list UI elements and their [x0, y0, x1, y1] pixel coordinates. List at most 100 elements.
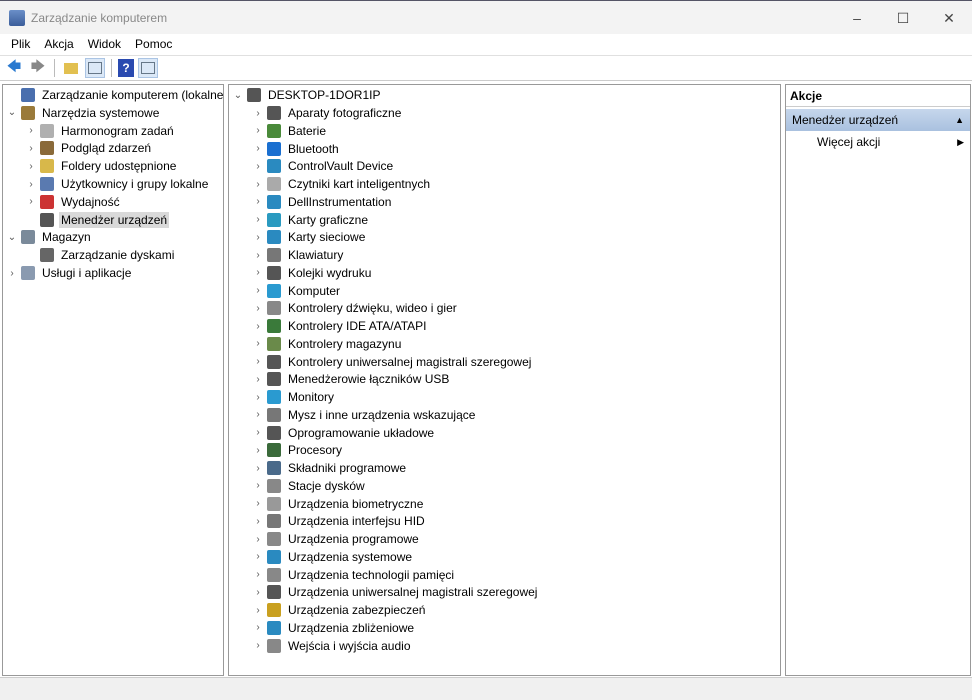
device-category[interactable]: › Monitory	[251, 388, 336, 406]
device-category[interactable]: › Urządzenia zabezpieczeń	[251, 601, 427, 619]
device-category[interactable]: › Baterie	[251, 122, 328, 140]
device-category[interactable]: › ControlVault Device	[251, 157, 395, 175]
help-icon[interactable]: ?	[118, 59, 134, 77]
tree-item[interactable]: Menedżer urządzeń	[24, 211, 170, 229]
expand-chevron-icon[interactable]: ›	[24, 179, 38, 190]
device-category[interactable]: › Kontrolery dźwięku, wideo i gier	[251, 299, 459, 317]
console-tree[interactable]: Zarządzanie komputerem (lokalne) ⌄ Narzędz…	[2, 84, 224, 676]
tree-item[interactable]: › Użytkownicy i grupy lokalne	[24, 175, 210, 193]
expand-chevron-icon[interactable]: ›	[24, 143, 38, 154]
device-category[interactable]: › Urządzenia technologii pamięci	[251, 566, 456, 584]
expand-chevron-icon[interactable]: ›	[251, 108, 265, 119]
expand-chevron-icon[interactable]: ›	[251, 480, 265, 491]
maximize-button[interactable]: ☐	[880, 1, 926, 35]
tree-item[interactable]: › Foldery udostępnione	[24, 157, 178, 175]
device-category[interactable]: › Urządzenia programowe	[251, 530, 421, 548]
forward-icon[interactable]: 🡆	[28, 58, 48, 78]
actions-section-device-manager[interactable]: Menedżer urządzeń ▲	[786, 109, 970, 131]
expand-chevron-icon[interactable]: ›	[24, 161, 38, 172]
expand-chevron-icon[interactable]: ›	[251, 179, 265, 190]
expand-chevron-icon[interactable]: ⌄	[5, 232, 19, 243]
tree-item[interactable]: Zarządzanie komputerem (lokalne)	[5, 86, 223, 104]
tree-item[interactable]: ⌄ Magazyn	[5, 228, 93, 246]
expand-chevron-icon[interactable]: ›	[251, 321, 265, 332]
device-category[interactable]: › Stacje dysków	[251, 477, 367, 495]
show-hide-console-tree-icon[interactable]	[85, 58, 105, 78]
menu-pomoc[interactable]: Pomoc	[128, 37, 179, 51]
expand-chevron-icon[interactable]: ›	[251, 605, 265, 616]
expand-chevron-icon[interactable]: ›	[24, 125, 38, 136]
show-hide-action-pane-icon[interactable]	[138, 58, 158, 78]
expand-chevron-icon[interactable]: ›	[251, 338, 265, 349]
device-category[interactable]: › Czytniki kart inteligentnych	[251, 175, 432, 193]
device-category[interactable]: › Aparaty fotograficzne	[251, 104, 403, 122]
device-category[interactable]: › Bluetooth	[251, 140, 341, 158]
expand-chevron-icon[interactable]: ›	[251, 303, 265, 314]
expand-chevron-icon[interactable]: ›	[251, 196, 265, 207]
device-category[interactable]: › Urządzenia zbliżeniowe	[251, 619, 416, 637]
expand-chevron-icon[interactable]: ›	[251, 125, 265, 136]
expand-chevron-icon[interactable]: ›	[251, 356, 265, 367]
expand-chevron-icon[interactable]: ›	[251, 392, 265, 403]
minimize-button[interactable]: –	[834, 1, 880, 35]
up-folder-icon[interactable]	[61, 58, 81, 78]
device-category[interactable]: › Urządzenia systemowe	[251, 548, 414, 566]
expand-chevron-icon[interactable]: ›	[251, 498, 265, 509]
device-category[interactable]: › Karty graficzne	[251, 211, 370, 229]
tree-item[interactable]: › Wydajność	[24, 193, 122, 211]
more-actions-item[interactable]: Więcej akcji ▶	[786, 131, 970, 153]
expand-chevron-icon[interactable]: ›	[251, 214, 265, 225]
device-category[interactable]: › Kontrolery magazynu	[251, 335, 403, 353]
tree-item[interactable]: Zarządzanie dyskami	[24, 246, 176, 264]
expand-chevron-icon[interactable]: ›	[5, 268, 19, 279]
expand-chevron-icon[interactable]: ›	[24, 196, 38, 207]
expand-chevron-icon[interactable]: ›	[251, 516, 265, 527]
tree-item[interactable]: › Harmonogram zadań	[24, 122, 176, 140]
expand-chevron-icon[interactable]: ›	[251, 250, 265, 261]
expand-chevron-icon[interactable]: ›	[251, 374, 265, 385]
device-tree[interactable]: ⌄ DESKTOP-1DOR1IP › Aparaty fotograficzne › B…	[228, 84, 781, 676]
expand-chevron-icon[interactable]: ›	[251, 143, 265, 154]
expand-chevron-icon[interactable]: ›	[251, 232, 265, 243]
expand-chevron-icon[interactable]: ›	[251, 551, 265, 562]
device-category[interactable]: › Urządzenia interfejsu HID	[251, 512, 427, 530]
device-category[interactable]: › Kontrolery IDE ATA/ATAPI	[251, 317, 429, 335]
expand-chevron-icon[interactable]: ›	[251, 587, 265, 598]
device-category[interactable]: › Mysz i inne urządzenia wskazujące	[251, 406, 477, 424]
collapse-arrow-icon[interactable]: ▲	[955, 115, 964, 125]
expand-chevron-icon[interactable]: ⌄	[231, 90, 245, 101]
device-category[interactable]: › Klawiatury	[251, 246, 345, 264]
tree-item[interactable]: ⌄ Narzędzia systemowe	[5, 104, 161, 122]
device-category[interactable]: › Menedżerowie łączników USB	[251, 370, 451, 388]
expand-chevron-icon[interactable]: ›	[251, 534, 265, 545]
tree-root-computer[interactable]: ⌄ DESKTOP-1DOR1IP	[231, 86, 382, 104]
tree-item[interactable]: › Usługi i aplikacje	[5, 264, 133, 282]
expand-chevron-icon[interactable]: ›	[251, 427, 265, 438]
expand-chevron-icon[interactable]: ›	[251, 569, 265, 580]
expand-chevron-icon[interactable]: ⌄	[5, 107, 19, 118]
device-category[interactable]: › Oprogramowanie układowe	[251, 424, 436, 442]
menu-widok[interactable]: Widok	[81, 37, 128, 51]
close-button[interactable]: ✕	[926, 1, 972, 35]
expand-chevron-icon[interactable]: ›	[251, 622, 265, 633]
tree-item[interactable]: › Podgląd zdarzeń	[24, 139, 153, 157]
device-category[interactable]: › Urządzenia biometryczne	[251, 495, 425, 513]
device-category[interactable]: › Kontrolery uniwersalnej magistrali szer…	[251, 353, 533, 371]
device-category[interactable]: › Procesory	[251, 441, 344, 459]
expand-chevron-icon[interactable]: ›	[251, 640, 265, 651]
back-icon[interactable]: 🡄	[4, 58, 24, 78]
device-category[interactable]: › Urządzenia uniwersalnej magistrali szer…	[251, 583, 539, 601]
device-category[interactable]: › DellInstrumentation	[251, 193, 393, 211]
expand-chevron-icon[interactable]: ›	[251, 409, 265, 420]
menu-plik[interactable]: Plik	[4, 37, 37, 51]
menu-akcja[interactable]: Akcja	[37, 37, 80, 51]
expand-chevron-icon[interactable]: ›	[251, 285, 265, 296]
expand-chevron-icon[interactable]: ›	[251, 463, 265, 474]
device-category[interactable]: › Komputer	[251, 282, 342, 300]
device-category[interactable]: › Kolejki wydruku	[251, 264, 373, 282]
expand-chevron-icon[interactable]: ›	[251, 445, 265, 456]
expand-chevron-icon[interactable]: ›	[251, 267, 265, 278]
expand-chevron-icon[interactable]: ›	[251, 161, 265, 172]
device-category[interactable]: › Składniki programowe	[251, 459, 408, 477]
device-category[interactable]: › Karty sieciowe	[251, 228, 367, 246]
